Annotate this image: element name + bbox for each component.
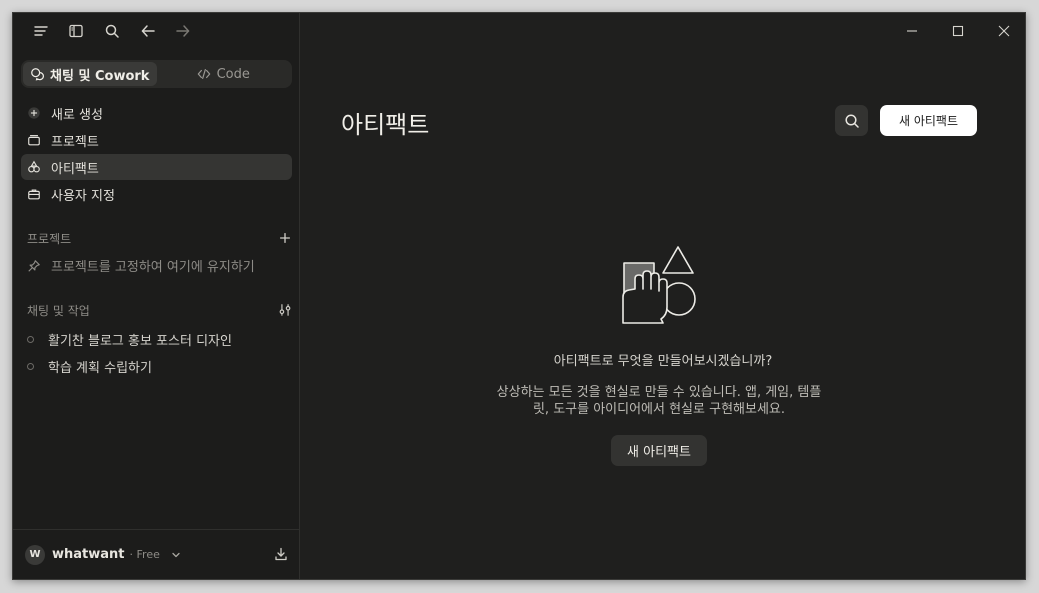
list-item[interactable]: 학습 계획 수립하기	[27, 353, 232, 380]
sidebar-item-new[interactable]: 새로 생성	[21, 100, 292, 126]
briefcase-icon	[28, 189, 40, 200]
tab-chat-cowork-label: 채팅 및 Cowork	[50, 68, 150, 84]
pin-project-hint: 프로젝트를 고정하여 여기에 유지하기	[27, 256, 255, 275]
sidebar-item-artifacts[interactable]: 아티팩트	[21, 154, 292, 180]
sidebar-item-label: 아티팩트	[51, 161, 99, 177]
empty-state-question: 아티팩트로 무엇을 만들어보시겠습니까?	[553, 354, 773, 369]
user-plan: · Free	[129, 548, 160, 561]
sidebar-item-projects[interactable]: 프로젝트	[21, 127, 292, 153]
plus-circle-icon	[28, 107, 40, 119]
add-project-icon[interactable]	[278, 231, 292, 245]
pin-icon	[28, 259, 40, 272]
search-icon	[844, 113, 859, 128]
chat-list: 활기찬 블로그 홍보 포스터 디자인 학습 계획 수립하기	[27, 326, 232, 380]
search-icon[interactable]	[102, 21, 122, 41]
page-title: 아티팩트	[341, 111, 430, 139]
list-item[interactable]: 활기찬 블로그 홍보 포스터 디자인	[27, 326, 232, 353]
shapes-icon	[28, 160, 40, 173]
code-icon	[197, 69, 210, 79]
chats-section-header: 채팅 및 작업	[27, 301, 292, 319]
sidebar-item-customize[interactable]: 사용자 지정	[21, 181, 292, 207]
menu-icon[interactable]	[31, 21, 51, 41]
pin-hint-text: 프로젝트를 고정하여 여기에 유지하기	[51, 260, 255, 275]
sidebar-item-label: 프로젝트	[51, 134, 99, 150]
new-artifact-button[interactable]: 새 아티팩트	[880, 105, 977, 136]
minimize-icon[interactable]	[904, 23, 920, 39]
chat-item-label: 활기찬 블로그 홍보 포스터 디자인	[48, 334, 232, 349]
chats-heading: 채팅 및 작업	[27, 303, 90, 318]
chat-item-label: 학습 계획 수립하기	[48, 361, 152, 376]
user-account-bar[interactable]: W whatwant · Free	[13, 529, 300, 579]
filter-sliders-icon[interactable]	[278, 303, 292, 317]
main-content: 아티팩트 새 아티팩트 아티팩트로 무엇을 만들어보시겠습니까? 상상하는 모든…	[301, 13, 1025, 579]
maximize-icon[interactable]	[950, 23, 966, 39]
chevron-down-icon[interactable]	[170, 549, 182, 561]
sidebar-toolbar	[13, 13, 300, 49]
sidebar: 채팅 및 Cowork Code 새로 생성 프로젝트 아티팩트 사용자 지정 …	[13, 13, 300, 579]
download-icon[interactable]	[274, 547, 288, 561]
chat-bubbles-icon	[31, 68, 45, 81]
projects-section-header: 프로젝트	[27, 229, 292, 247]
close-icon[interactable]	[996, 23, 1012, 39]
artifacts-illustration-icon	[622, 246, 696, 324]
empty-state-new-artifact-button[interactable]: 새 아티팩트	[611, 435, 707, 466]
app-window: 채팅 및 Cowork Code 새로 생성 프로젝트 아티팩트 사용자 지정 …	[12, 12, 1026, 580]
sidebar-toggle-icon[interactable]	[66, 21, 86, 41]
sidebar-item-label: 사용자 지정	[51, 188, 115, 204]
user-name: whatwant	[52, 547, 125, 562]
tab-code-label: Code	[216, 66, 250, 82]
status-dot-icon	[27, 363, 34, 370]
back-arrow-icon[interactable]	[138, 21, 158, 41]
sidebar-item-label: 새로 생성	[51, 107, 103, 123]
forward-arrow-icon[interactable]	[173, 21, 193, 41]
tab-code[interactable]: Code	[157, 62, 291, 86]
artifact-search-button[interactable]	[835, 105, 868, 136]
folder-icon	[28, 135, 40, 146]
status-dot-icon	[27, 336, 34, 343]
projects-heading: 프로젝트	[27, 231, 72, 246]
sidebar-nav: 새로 생성 프로젝트 아티팩트 사용자 지정	[21, 100, 292, 208]
tab-chat-cowork[interactable]: 채팅 및 Cowork	[23, 62, 157, 86]
avatar[interactable]: W	[25, 544, 45, 565]
empty-state-description: 상상하는 모든 것을 현실로 만들 수 있습니다. 앱, 게임, 템플릿, 도구…	[496, 385, 822, 417]
mode-switch: 채팅 및 Cowork Code	[21, 60, 292, 88]
